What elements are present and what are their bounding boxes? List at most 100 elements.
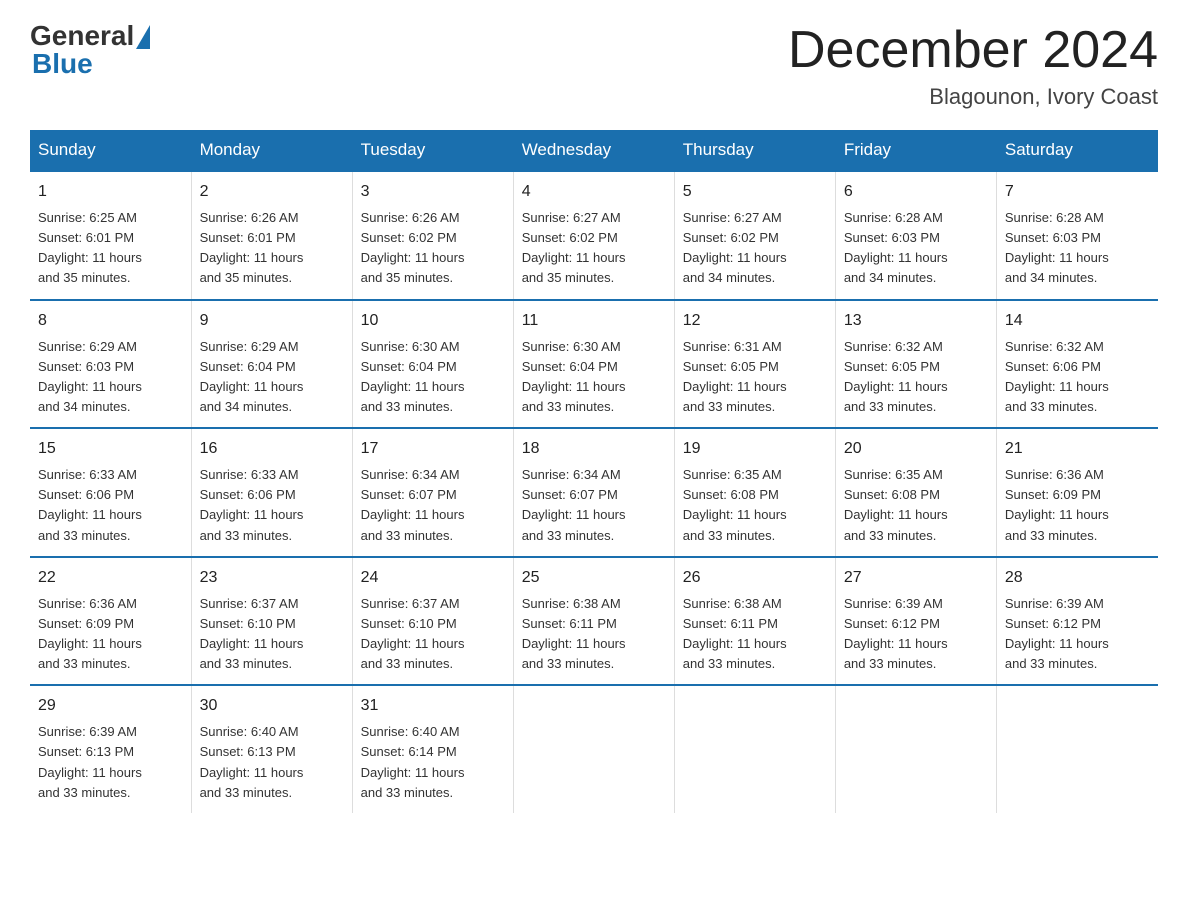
day-cell: 24 Sunrise: 6:37 AMSunset: 6:10 PMDayligh… bbox=[352, 557, 513, 686]
logo: General Blue bbox=[30, 20, 150, 80]
day-cell: 5Sunrise: 6:27 AMSunset: 6:02 PMDaylight… bbox=[674, 171, 835, 300]
day-number: 7 bbox=[1005, 180, 1150, 204]
day-info: Sunrise: 6:36 AMSunset: 6:09 PMDaylight:… bbox=[38, 594, 183, 675]
day-info: Sunrise: 6:39 AMSunset: 6:13 PMDaylight:… bbox=[38, 722, 183, 803]
day-number: 25 bbox=[522, 566, 666, 590]
day-number: 9 bbox=[200, 309, 344, 333]
day-number: 6 bbox=[844, 180, 988, 204]
day-cell: 12Sunrise: 6:31 AMSunset: 6:05 PMDayligh… bbox=[674, 300, 835, 429]
day-info: Sunrise: 6:37 AMSunset: 6:10 PMDaylight:… bbox=[361, 594, 505, 675]
day-cell: 15 Sunrise: 6:33 AMSunset: 6:06 PMDayligh… bbox=[30, 428, 191, 557]
day-number: 20 bbox=[844, 437, 988, 461]
header-friday: Friday bbox=[835, 130, 996, 171]
day-cell: 29 Sunrise: 6:39 AMSunset: 6:13 PMDayligh… bbox=[30, 685, 191, 813]
day-info: Sunrise: 6:31 AMSunset: 6:05 PMDaylight:… bbox=[683, 337, 827, 418]
day-number: 18 bbox=[522, 437, 666, 461]
day-cell: 30 Sunrise: 6:40 AMSunset: 6:13 PMDayligh… bbox=[191, 685, 352, 813]
day-cell: 18 Sunrise: 6:34 AMSunset: 6:07 PMDayligh… bbox=[513, 428, 674, 557]
day-number: 2 bbox=[200, 180, 344, 204]
header-wednesday: Wednesday bbox=[513, 130, 674, 171]
day-number: 30 bbox=[200, 694, 344, 718]
day-number: 19 bbox=[683, 437, 827, 461]
day-number: 28 bbox=[1005, 566, 1150, 590]
day-cell: 9Sunrise: 6:29 AMSunset: 6:04 PMDaylight… bbox=[191, 300, 352, 429]
week-row-2: 8 Sunrise: 6:29 AMSunset: 6:03 PMDaylight… bbox=[30, 300, 1158, 429]
day-number: 16 bbox=[200, 437, 344, 461]
location-title: Blagounon, Ivory Coast bbox=[788, 84, 1158, 110]
day-number: 10 bbox=[361, 309, 505, 333]
month-title: December 2024 bbox=[788, 20, 1158, 80]
day-cell: 21 Sunrise: 6:36 AMSunset: 6:09 PMDayligh… bbox=[996, 428, 1157, 557]
day-info: Sunrise: 6:32 AMSunset: 6:05 PMDaylight:… bbox=[844, 337, 988, 418]
day-info: Sunrise: 6:37 AMSunset: 6:10 PMDaylight:… bbox=[200, 594, 344, 675]
day-number: 23 bbox=[200, 566, 344, 590]
day-number: 14 bbox=[1005, 309, 1150, 333]
day-cell: 2 Sunrise: 6:26 AMSunset: 6:01 PMDaylight… bbox=[191, 171, 352, 300]
day-number: 1 bbox=[38, 180, 183, 204]
day-info: Sunrise: 6:30 AMSunset: 6:04 PMDaylight:… bbox=[361, 337, 505, 418]
day-cell: 6Sunrise: 6:28 AMSunset: 6:03 PMDaylight… bbox=[835, 171, 996, 300]
day-number: 21 bbox=[1005, 437, 1150, 461]
day-info: Sunrise: 6:39 AMSunset: 6:12 PMDaylight:… bbox=[1005, 594, 1150, 675]
header-thursday: Thursday bbox=[674, 130, 835, 171]
day-cell: 1 Sunrise: 6:25 AMSunset: 6:01 PMDaylight… bbox=[30, 171, 191, 300]
week-row-3: 15 Sunrise: 6:33 AMSunset: 6:06 PMDayligh… bbox=[30, 428, 1158, 557]
day-cell: 23 Sunrise: 6:37 AMSunset: 6:10 PMDayligh… bbox=[191, 557, 352, 686]
day-info: Sunrise: 6:25 AMSunset: 6:01 PMDaylight:… bbox=[38, 208, 183, 289]
logo-blue: Blue bbox=[32, 48, 150, 80]
day-number: 3 bbox=[361, 180, 505, 204]
day-number: 5 bbox=[683, 180, 827, 204]
day-number: 13 bbox=[844, 309, 988, 333]
day-number: 24 bbox=[361, 566, 505, 590]
day-info: Sunrise: 6:35 AMSunset: 6:08 PMDaylight:… bbox=[844, 465, 988, 546]
day-info: Sunrise: 6:29 AMSunset: 6:03 PMDaylight:… bbox=[38, 337, 183, 418]
day-cell: 17 Sunrise: 6:34 AMSunset: 6:07 PMDayligh… bbox=[352, 428, 513, 557]
week-row-1: 1 Sunrise: 6:25 AMSunset: 6:01 PMDaylight… bbox=[30, 171, 1158, 300]
day-cell: 8 Sunrise: 6:29 AMSunset: 6:03 PMDaylight… bbox=[30, 300, 191, 429]
day-cell: 16Sunrise: 6:33 AMSunset: 6:06 PMDayligh… bbox=[191, 428, 352, 557]
day-cell: 31Sunrise: 6:40 AMSunset: 6:14 PMDayligh… bbox=[352, 685, 513, 813]
day-number: 4 bbox=[522, 180, 666, 204]
day-number: 17 bbox=[361, 437, 505, 461]
calendar-table: SundayMondayTuesdayWednesdayThursdayFrid… bbox=[30, 130, 1158, 813]
day-number: 8 bbox=[38, 309, 183, 333]
day-cell: 25Sunrise: 6:38 AMSunset: 6:11 PMDayligh… bbox=[513, 557, 674, 686]
day-cell: 3 Sunrise: 6:26 AMSunset: 6:02 PMDaylight… bbox=[352, 171, 513, 300]
day-cell: 13 Sunrise: 6:32 AMSunset: 6:05 PMDayligh… bbox=[835, 300, 996, 429]
calendar-body: 1 Sunrise: 6:25 AMSunset: 6:01 PMDaylight… bbox=[30, 171, 1158, 813]
day-cell: 4Sunrise: 6:27 AMSunset: 6:02 PMDaylight… bbox=[513, 171, 674, 300]
day-cell: 27Sunrise: 6:39 AMSunset: 6:12 PMDayligh… bbox=[835, 557, 996, 686]
title-block: December 2024 Blagounon, Ivory Coast bbox=[788, 20, 1158, 110]
day-cell: 26Sunrise: 6:38 AMSunset: 6:11 PMDayligh… bbox=[674, 557, 835, 686]
day-info: Sunrise: 6:39 AMSunset: 6:12 PMDaylight:… bbox=[844, 594, 988, 675]
day-info: Sunrise: 6:28 AMSunset: 6:03 PMDaylight:… bbox=[1005, 208, 1150, 289]
day-info: Sunrise: 6:33 AMSunset: 6:06 PMDaylight:… bbox=[38, 465, 183, 546]
day-cell bbox=[513, 685, 674, 813]
day-number: 15 bbox=[38, 437, 183, 461]
day-number: 22 bbox=[38, 566, 183, 590]
day-info: Sunrise: 6:40 AMSunset: 6:13 PMDaylight:… bbox=[200, 722, 344, 803]
header-monday: Monday bbox=[191, 130, 352, 171]
day-cell: 28 Sunrise: 6:39 AMSunset: 6:12 PMDayligh… bbox=[996, 557, 1157, 686]
day-info: Sunrise: 6:40 AMSunset: 6:14 PMDaylight:… bbox=[361, 722, 505, 803]
day-info: Sunrise: 6:26 AMSunset: 6:01 PMDaylight:… bbox=[200, 208, 344, 289]
day-info: Sunrise: 6:26 AMSunset: 6:02 PMDaylight:… bbox=[361, 208, 505, 289]
header-sunday: Sunday bbox=[30, 130, 191, 171]
header-saturday: Saturday bbox=[996, 130, 1157, 171]
day-info: Sunrise: 6:34 AMSunset: 6:07 PMDaylight:… bbox=[361, 465, 505, 546]
day-cell bbox=[674, 685, 835, 813]
week-row-5: 29 Sunrise: 6:39 AMSunset: 6:13 PMDayligh… bbox=[30, 685, 1158, 813]
day-number: 29 bbox=[38, 694, 183, 718]
day-info: Sunrise: 6:36 AMSunset: 6:09 PMDaylight:… bbox=[1005, 465, 1150, 546]
day-cell: 11Sunrise: 6:30 AMSunset: 6:04 PMDayligh… bbox=[513, 300, 674, 429]
day-info: Sunrise: 6:32 AMSunset: 6:06 PMDaylight:… bbox=[1005, 337, 1150, 418]
week-row-4: 22 Sunrise: 6:36 AMSunset: 6:09 PMDayligh… bbox=[30, 557, 1158, 686]
day-cell bbox=[996, 685, 1157, 813]
day-info: Sunrise: 6:30 AMSunset: 6:04 PMDaylight:… bbox=[522, 337, 666, 418]
header-tuesday: Tuesday bbox=[352, 130, 513, 171]
calendar-header: SundayMondayTuesdayWednesdayThursdayFrid… bbox=[30, 130, 1158, 171]
day-number: 26 bbox=[683, 566, 827, 590]
logo-triangle-icon bbox=[136, 25, 150, 49]
day-info: Sunrise: 6:34 AMSunset: 6:07 PMDaylight:… bbox=[522, 465, 666, 546]
header-row: SundayMondayTuesdayWednesdayThursdayFrid… bbox=[30, 130, 1158, 171]
